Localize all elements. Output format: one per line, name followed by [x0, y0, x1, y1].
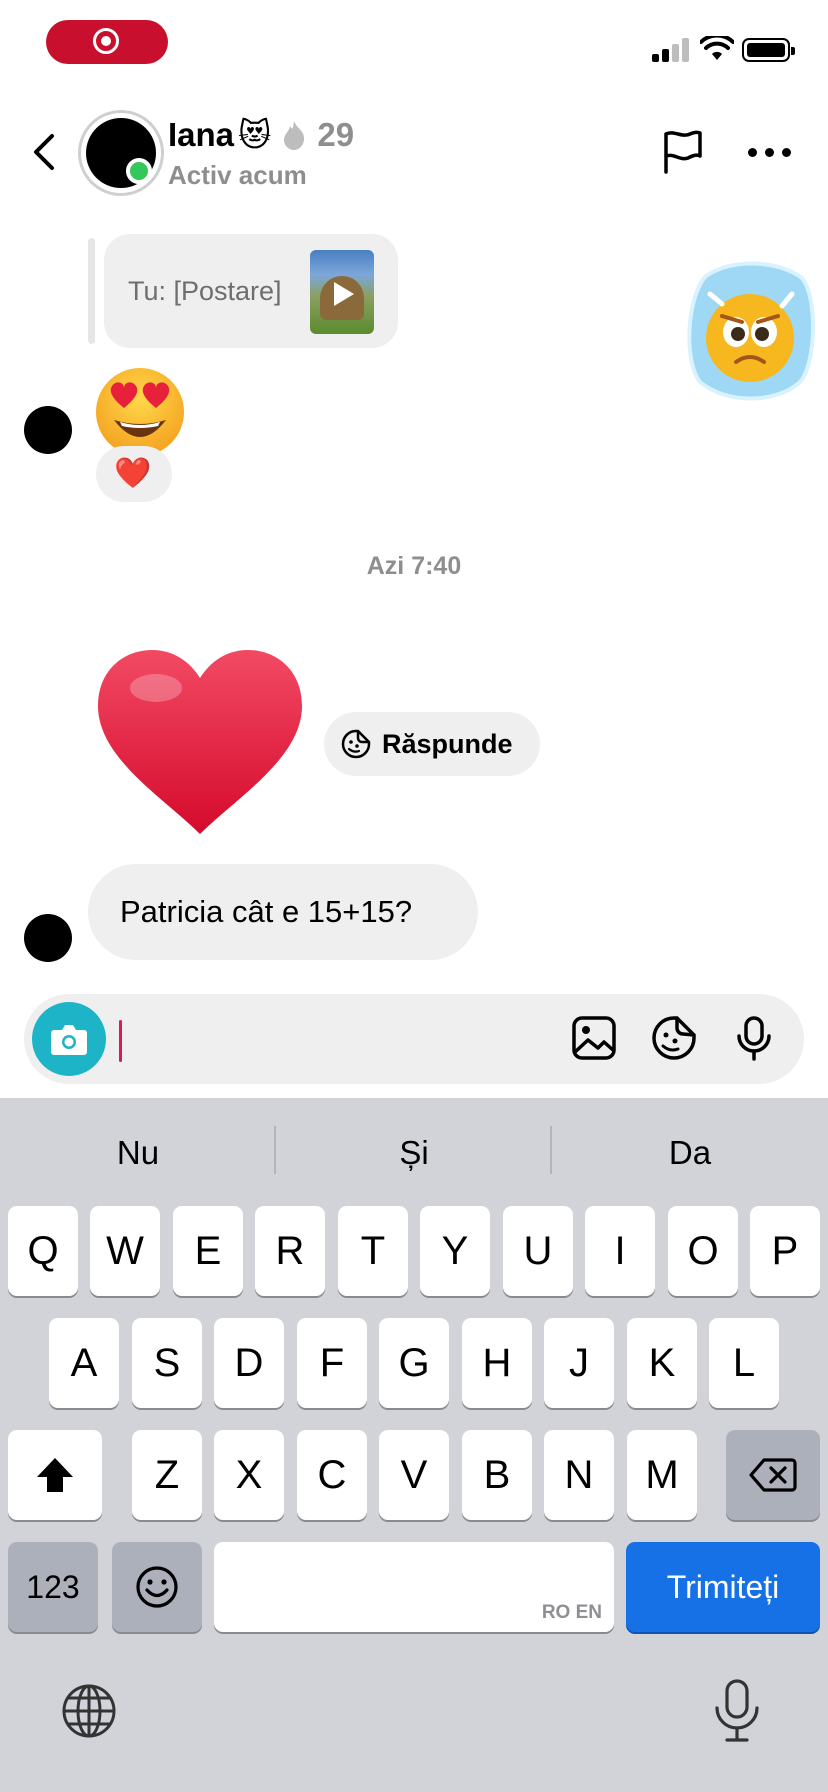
- key-o[interactable]: O: [668, 1206, 738, 1296]
- signal-icon: [652, 38, 690, 62]
- dictation-icon[interactable]: [712, 1678, 762, 1744]
- contact-name-row[interactable]: Iana 😻 29: [168, 116, 354, 154]
- key-v[interactable]: V: [379, 1430, 449, 1520]
- space-key[interactable]: RO EN: [214, 1542, 614, 1632]
- recording-indicator[interactable]: [46, 20, 168, 64]
- send-key[interactable]: Trimiteți: [626, 1542, 820, 1632]
- key-j[interactable]: J: [544, 1318, 614, 1408]
- frozen-face-sticker[interactable]: [682, 254, 818, 406]
- delete-icon: [749, 1458, 797, 1492]
- mic-icon[interactable]: [730, 1014, 778, 1062]
- contact-name[interactable]: Iana: [168, 116, 234, 154]
- key-w[interactable]: W: [90, 1206, 160, 1296]
- key-a[interactable]: A: [49, 1318, 119, 1408]
- post-thumbnail[interactable]: [310, 250, 374, 334]
- sender-avatar[interactable]: [24, 914, 72, 962]
- key-e[interactable]: E: [173, 1206, 243, 1296]
- key-u[interactable]: U: [503, 1206, 573, 1296]
- key-f[interactable]: F: [297, 1318, 367, 1408]
- suggestion-3[interactable]: Da: [552, 1134, 828, 1172]
- gallery-icon[interactable]: [570, 1014, 618, 1062]
- shared-post-label: Tu: [Postare]: [128, 276, 282, 306]
- reply-indicator-bar: [88, 238, 95, 344]
- reaction-badge[interactable]: ❤️: [96, 446, 172, 502]
- key-p[interactable]: P: [750, 1206, 820, 1296]
- sticker-icon: [341, 729, 371, 759]
- more-icon[interactable]: [748, 148, 791, 157]
- message-input[interactable]: [124, 1014, 558, 1066]
- suggestion-1[interactable]: Nu: [0, 1134, 276, 1172]
- key-q[interactable]: Q: [8, 1206, 78, 1296]
- key-n[interactable]: N: [544, 1430, 614, 1520]
- flag-icon[interactable]: [660, 128, 704, 176]
- key-m[interactable]: M: [627, 1430, 697, 1520]
- reply-with-sticker-button[interactable]: Răspunde: [324, 712, 540, 776]
- battery-icon: [742, 38, 795, 62]
- name-emoji: 😻: [238, 117, 272, 153]
- key-c[interactable]: C: [297, 1430, 367, 1520]
- play-icon: [334, 282, 354, 306]
- key-i[interactable]: I: [585, 1206, 655, 1296]
- key-z[interactable]: Z: [132, 1430, 202, 1520]
- suggestion-2[interactable]: Și: [276, 1134, 552, 1172]
- sender-avatar[interactable]: [24, 406, 72, 454]
- delete-key[interactable]: [726, 1430, 820, 1520]
- key-d[interactable]: D: [214, 1318, 284, 1408]
- heart-message[interactable]: [94, 648, 306, 836]
- numbers-key[interactable]: 123: [8, 1542, 98, 1632]
- text-cursor: [119, 1020, 122, 1062]
- key-k[interactable]: K: [627, 1318, 697, 1408]
- sticker-icon[interactable]: [650, 1014, 698, 1062]
- shift-key[interactable]: [8, 1430, 102, 1520]
- key-t[interactable]: T: [338, 1206, 408, 1296]
- back-icon[interactable]: [28, 132, 64, 172]
- heart-eyes-emoji[interactable]: [94, 366, 186, 458]
- message-text: Patricia cât e 15+15?: [120, 894, 413, 929]
- key-l[interactable]: L: [709, 1318, 779, 1408]
- streak-count: 29: [317, 116, 355, 153]
- wifi-icon: [700, 36, 734, 60]
- streak-fire-icon: [284, 121, 305, 150]
- camera-button[interactable]: [32, 1002, 106, 1076]
- activity-status: Activ acum: [168, 160, 307, 190]
- reply-label: Răspunde: [382, 728, 513, 759]
- key-y[interactable]: Y: [420, 1206, 490, 1296]
- camera-icon: [51, 1025, 87, 1055]
- globe-icon[interactable]: [60, 1682, 118, 1740]
- space-language-label: RO EN: [541, 1602, 602, 1623]
- key-r[interactable]: R: [255, 1206, 325, 1296]
- key-h[interactable]: H: [462, 1318, 532, 1408]
- key-b[interactable]: B: [462, 1430, 532, 1520]
- reaction-emoji: ❤️: [114, 457, 152, 490]
- shift-icon: [37, 1458, 73, 1492]
- timestamp: Azi 7:40: [366, 552, 462, 580]
- emoji-key[interactable]: [112, 1542, 202, 1632]
- key-x[interactable]: X: [214, 1430, 284, 1520]
- online-indicator: [126, 158, 152, 184]
- key-s[interactable]: S: [132, 1318, 202, 1408]
- emoji-icon: [136, 1566, 178, 1608]
- key-g[interactable]: G: [379, 1318, 449, 1408]
